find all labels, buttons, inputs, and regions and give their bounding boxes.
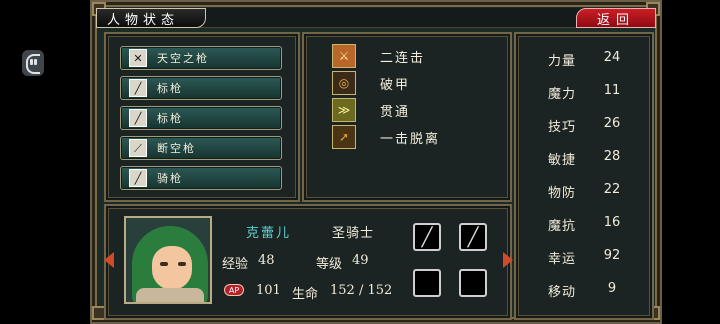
stat-value-strength: 24 — [603, 50, 621, 65]
menu-ring-icon — [26, 54, 40, 74]
stat-value-magic: 11 — [603, 83, 621, 98]
pierce-icon: ≫ — [332, 98, 356, 122]
equip-slot-empty[interactable] — [413, 269, 441, 297]
armor-break-icon: ◎ — [332, 71, 356, 95]
menu-dot-icon — [30, 59, 33, 65]
stat-label-magic: 魔力 — [548, 87, 577, 102]
level-label: 等级 — [316, 257, 343, 272]
page-title: 人物状态 — [96, 8, 206, 28]
stat-label-resistance: 魔抗 — [548, 219, 577, 234]
stat-label-strength: 力量 — [548, 54, 577, 69]
menu-dot-icon — [34, 59, 37, 65]
stat-label-move: 移动 — [548, 285, 577, 300]
weapon-slot[interactable]: ✕ 天空之枪 — [120, 46, 282, 70]
ap-badge: AP — [224, 284, 244, 296]
exp-value: 48 — [258, 253, 275, 268]
system-menu-button[interactable] — [22, 50, 44, 76]
equip-slot-empty[interactable] — [459, 269, 487, 297]
stat-label-speed: 敏捷 — [548, 153, 577, 168]
skill-name: 一击脱离 — [380, 131, 441, 147]
skill-item[interactable]: ≫ 贯通 — [332, 98, 502, 122]
axe-spear-icon: ⟋ — [129, 139, 147, 157]
stat-label-luck: 幸运 — [548, 252, 577, 267]
equip-slot-weapon[interactable]: ╱ — [413, 223, 441, 251]
hp-label: 生命 — [292, 287, 319, 302]
hp-value: 152 / 152 — [330, 283, 393, 298]
stat-value-move: 9 — [607, 281, 617, 296]
weapon-name: 天空之枪 — [157, 52, 209, 65]
weapon-name: 标枪 — [157, 82, 183, 95]
stat-value-defense: 22 — [603, 182, 621, 197]
attribute-panel — [514, 32, 654, 320]
character-name: 克蕾儿 — [246, 226, 292, 241]
spear-icon: ╱ — [421, 226, 433, 248]
back-button[interactable]: 返回 — [576, 8, 656, 28]
lance-icon: ╱ — [129, 169, 147, 187]
exp-label: 经验 — [222, 257, 249, 272]
javelin-icon: ╱ — [129, 109, 147, 127]
weapon-name: 骑枪 — [157, 172, 183, 185]
stat-value-skill: 26 — [603, 116, 621, 131]
skill-name: 贯通 — [380, 104, 411, 120]
skill-name: 二连击 — [380, 50, 426, 66]
stat-label-skill: 技巧 — [548, 120, 577, 135]
character-portrait — [124, 216, 212, 304]
weapon-slot[interactable]: ╱ 骑枪 — [120, 166, 282, 190]
weapon-name: 断空枪 — [157, 142, 196, 155]
character-class: 圣骑士 — [332, 226, 375, 241]
skill-item[interactable]: ◎ 破甲 — [332, 71, 502, 95]
weapon-slot[interactable]: ╱ 标枪 — [120, 76, 282, 100]
weapon-name: 标枪 — [157, 112, 183, 125]
weapon-slot[interactable]: ⟋ 断空枪 — [120, 136, 282, 160]
skill-name: 破甲 — [380, 77, 411, 93]
javelin-icon: ╱ — [129, 79, 147, 97]
prev-character-arrow[interactable] — [104, 252, 114, 268]
stat-value-speed: 28 — [603, 149, 621, 164]
next-character-arrow[interactable] — [503, 252, 513, 268]
stat-value-resistance: 16 — [603, 215, 621, 230]
hit-and-run-icon: ➚ — [332, 125, 356, 149]
skill-item[interactable]: ⚔ 二连击 — [332, 44, 502, 68]
ap-value: 101 — [256, 283, 281, 298]
level-value: 49 — [352, 253, 369, 268]
equip-slot-weapon[interactable]: ╱ — [459, 223, 487, 251]
stat-label-defense: 物防 — [548, 186, 577, 201]
stat-value-luck: 92 — [603, 248, 621, 263]
skill-item[interactable]: ➚ 一击脱离 — [332, 125, 502, 149]
double-strike-icon: ⚔ — [332, 44, 356, 68]
spear-icon: ✕ — [129, 49, 147, 67]
spear-icon: ╱ — [467, 226, 479, 248]
weapon-slot[interactable]: ╱ 标枪 — [120, 106, 282, 130]
